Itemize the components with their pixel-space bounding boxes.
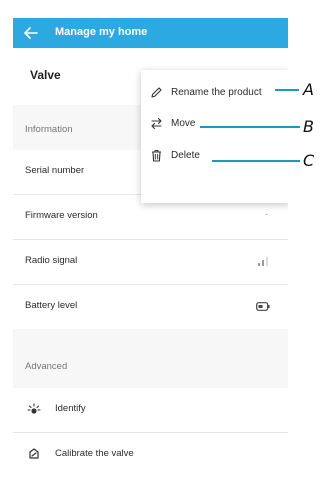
advanced-row-calibrate[interactable]: Calibrate the valve — [13, 433, 288, 466]
info-row-battery-level: Battery level — [13, 285, 288, 329]
menu-item-move[interactable]: Move — [141, 108, 288, 140]
identify-icon — [27, 403, 41, 414]
menu-item-delete[interactable]: Delete — [141, 140, 288, 172]
callout-label-c: C — [303, 151, 315, 170]
page-title: Manage my home — [55, 26, 148, 38]
advanced-row-identify[interactable]: Identify — [13, 388, 288, 432]
callout-label-b: B — [303, 117, 314, 136]
move-arrows-icon — [151, 117, 162, 130]
info-label: Radio signal — [25, 255, 78, 266]
phone-screen: Manage my home Valve Information Serial … — [13, 18, 288, 466]
advanced-label: Identify — [55, 403, 86, 414]
info-row-radio-signal: Radio signal — [13, 240, 288, 284]
callout-line-c — [212, 160, 300, 162]
menu-item-label: Rename the product — [171, 87, 262, 98]
menu-item-label: Move — [171, 118, 196, 129]
trash-icon — [152, 149, 161, 162]
battery-icon — [256, 302, 270, 311]
info-value: - — [264, 209, 268, 220]
top-bar: Manage my home — [13, 18, 288, 48]
signal-icon — [258, 257, 268, 266]
menu-item-label: Delete — [171, 150, 200, 161]
info-label: Serial number — [25, 165, 85, 176]
info-label: Firmware version — [25, 210, 98, 221]
callout-line-b — [200, 126, 300, 128]
callout-line-a — [275, 89, 299, 91]
menu-item-rename[interactable]: Rename the product — [141, 77, 288, 109]
callout-label-a: A — [303, 80, 314, 99]
pencil-icon — [151, 87, 162, 98]
back-arrow-icon[interactable] — [22, 24, 40, 42]
calibrate-icon — [29, 448, 39, 459]
context-menu: Rename the product Move Delete — [141, 70, 288, 203]
advanced-label: Calibrate the valve — [55, 448, 134, 459]
product-name: Valve — [30, 68, 61, 82]
section-advanced: Advanced — [25, 361, 68, 372]
section-information: Information — [25, 124, 73, 135]
info-label: Battery level — [25, 300, 78, 311]
